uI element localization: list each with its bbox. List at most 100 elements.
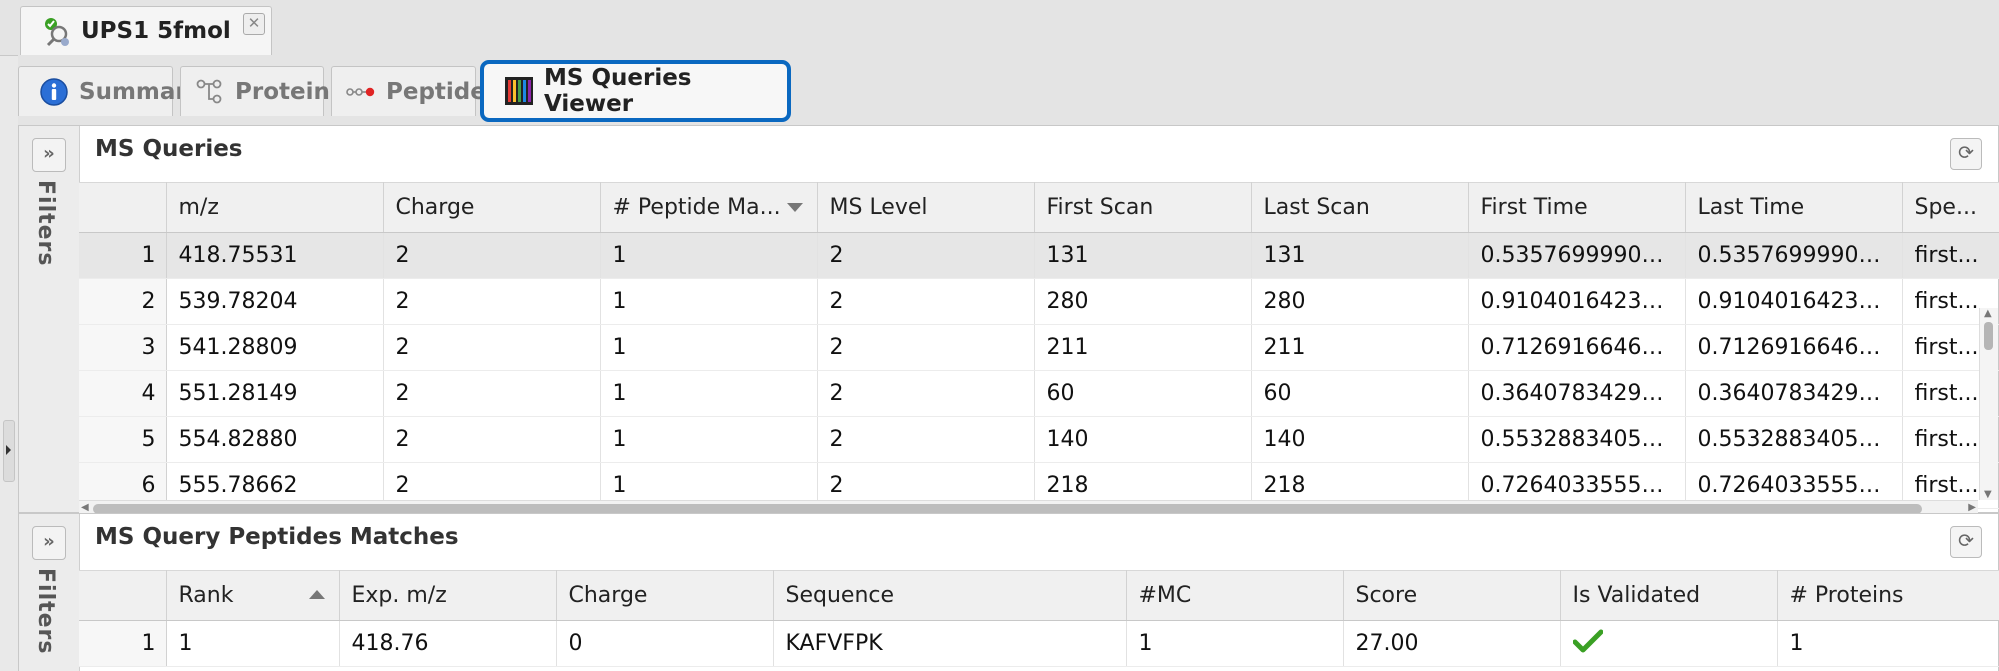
cell-ms-level: 2 xyxy=(817,324,1035,371)
cell-rank: 1 xyxy=(166,620,340,667)
cell-last-time: 0.553288340568... xyxy=(1685,416,1903,463)
cell-first-time: 0.553288340568... xyxy=(1468,416,1686,463)
ms-queries-panel: » Filters MS Queries ⟳ m/z Charge # Pept… xyxy=(18,125,1999,517)
cell-charge: 2 xyxy=(383,232,601,279)
cell-sequence: KAFVFPK xyxy=(773,620,1127,667)
column-header-first-time[interactable]: First Time xyxy=(1468,182,1686,233)
tab-ms-queries-viewer[interactable]: MS Queries Viewer xyxy=(480,60,791,122)
cell-first-scan: 131 xyxy=(1034,232,1252,279)
info-icon xyxy=(39,77,69,107)
cell-ms-level: 2 xyxy=(817,278,1035,325)
close-icon[interactable]: ✕ xyxy=(243,13,265,35)
expand-filters-button[interactable]: » xyxy=(32,138,66,172)
cell-rownum: 5 xyxy=(79,416,167,463)
filters-label: Filters xyxy=(33,568,58,655)
document-tab[interactable]: UPS1 5fmol ✕ xyxy=(20,6,272,55)
cell-rownum: 4 xyxy=(79,370,167,417)
cell-exp-mz: 418.76 xyxy=(339,620,557,667)
column-header-mc[interactable]: #MC xyxy=(1126,570,1344,621)
refresh-icon[interactable]: ⟳ xyxy=(1950,526,1982,558)
cell-peptide-matches: 1 xyxy=(600,278,818,325)
cell-charge: 2 xyxy=(383,324,601,371)
scroll-right-icon[interactable]: ▶ xyxy=(1968,502,1976,513)
cell-mz: 554.82880 xyxy=(166,416,384,463)
scroll-down-icon[interactable]: ▼ xyxy=(1984,489,1992,500)
cell-rownum: 3 xyxy=(79,324,167,371)
cell-charge: 0 xyxy=(556,620,774,667)
protein-tree-icon xyxy=(195,77,225,107)
view-tabbar: Summary Proteins Peptides MS Queries Vie… xyxy=(18,55,1999,125)
cell-proteins: 1 xyxy=(1777,620,1999,667)
column-header-is-validated[interactable]: Is Validated xyxy=(1560,570,1778,621)
cell-mc: 1 xyxy=(1126,620,1344,667)
filters-rail: » Filters xyxy=(19,514,80,671)
tab-peptides[interactable]: Peptides xyxy=(331,66,500,116)
collapse-side-panel-handle[interactable] xyxy=(3,420,15,482)
scroll-up-icon[interactable]: ▲ xyxy=(1984,308,1992,319)
column-header-exp-mz[interactable]: Exp. m/z xyxy=(339,570,557,621)
cell-last-scan: 140 xyxy=(1251,416,1469,463)
peptide-chain-icon xyxy=(346,77,376,107)
cell-last-scan: 211 xyxy=(1251,324,1469,371)
column-header-mz[interactable]: m/z xyxy=(166,182,384,233)
cell-last-scan: 60 xyxy=(1251,370,1469,417)
panel-title: MS Query Peptides Matches xyxy=(95,524,459,550)
column-header-label: Rank xyxy=(178,583,234,608)
cell-last-scan: 280 xyxy=(1251,278,1469,325)
cell-mz: 418.75531 xyxy=(166,232,384,279)
column-header-last-scan[interactable]: Last Scan xyxy=(1251,182,1469,233)
cell-charge: 2 xyxy=(383,278,601,325)
column-header-sequence[interactable]: Sequence xyxy=(773,570,1127,621)
vertical-scrollbar[interactable]: ▲ ▼ xyxy=(1979,308,1998,500)
cell-rownum: 1 xyxy=(79,620,167,667)
tab-label: Proteins xyxy=(235,78,344,105)
expand-filters-button[interactable]: » xyxy=(32,526,66,560)
cell-last-scan: 131 xyxy=(1251,232,1469,279)
document-tab-title: UPS1 5fmol xyxy=(81,18,231,44)
column-header-ms-level[interactable]: MS Level xyxy=(817,182,1035,233)
cell-first-time: 0.535769999027... xyxy=(1468,232,1686,279)
column-header-last-time[interactable]: Last Time xyxy=(1685,182,1903,233)
column-header-score[interactable]: Score xyxy=(1343,570,1561,621)
column-header-charge[interactable]: Charge xyxy=(383,182,601,233)
table-row[interactable]: 1 418.75531 2 1 2 131 131 0.535769999027... 0.53… xyxy=(79,232,1999,279)
cell-last-time: 0.535769999027... xyxy=(1685,232,1903,279)
table-row[interactable]: 2 539.78204 2 1 2 280 280 0.910401642322... 0.91… xyxy=(79,278,1999,325)
table-header-row: Rank Exp. m/z Charge Sequence #MC Score … xyxy=(79,570,1999,621)
panel-title: MS Queries xyxy=(95,136,243,162)
cell-peptide-matches: 1 xyxy=(600,370,818,417)
cell-first-scan: 60 xyxy=(1034,370,1252,417)
column-header-peptide-matches[interactable]: # Peptide Ma... xyxy=(600,182,818,233)
tab-summary[interactable]: Summary xyxy=(18,66,202,116)
column-header-proteins[interactable]: # Proteins xyxy=(1777,570,1999,621)
cell-peptide-matches: 1 xyxy=(600,324,818,371)
cell-rownum: 2 xyxy=(79,278,167,325)
column-header-charge[interactable]: Charge xyxy=(556,570,774,621)
scroll-left-icon[interactable]: ◀ xyxy=(81,502,89,513)
table-row[interactable]: 5 554.82880 2 1 2 140 140 0.553288340568... 0.55… xyxy=(79,416,1999,463)
peptide-matches-panel: » Filters MS Query Peptides Matches ⟳ Ra… xyxy=(18,513,1999,671)
table-row[interactable]: 3 541.28809 2 1 2 211 211 0.712691664695... 0.71… xyxy=(79,324,1999,371)
table-header-row: m/z Charge # Peptide Ma... MS Level Firs… xyxy=(79,182,1999,233)
cell-mz: 539.78204 xyxy=(166,278,384,325)
cell-spectrum: first... xyxy=(1902,232,1999,279)
column-header-rownum[interactable] xyxy=(79,570,167,621)
cell-first-time: 0.364078342914... xyxy=(1468,370,1686,417)
filters-rail: » Filters xyxy=(19,126,80,512)
column-header-spectrum[interactable]: Spe... xyxy=(1902,182,1999,233)
refresh-icon[interactable]: ⟳ xyxy=(1950,138,1982,170)
column-header-first-scan[interactable]: First Scan xyxy=(1034,182,1252,233)
tab-proteins[interactable]: Proteins xyxy=(180,66,344,116)
cell-first-time: 0.712691664695... xyxy=(1468,324,1686,371)
cell-first-scan: 211 xyxy=(1034,324,1252,371)
cell-rownum: 1 xyxy=(79,232,167,279)
table-row[interactable]: 1 1 418.76 0 KAFVFPK 1 27.00 1 xyxy=(79,620,1999,667)
scroll-thumb[interactable] xyxy=(1984,322,1993,350)
ms-spectrum-icon xyxy=(504,76,534,106)
validated-check-icon xyxy=(1572,629,1603,652)
column-header-rownum[interactable] xyxy=(79,182,167,233)
column-header-rank[interactable]: Rank xyxy=(166,570,340,621)
table-row[interactable]: 4 551.28149 2 1 2 60 60 0.364078342914... 0.3640… xyxy=(79,370,1999,417)
cell-last-time: 0.364078342914... xyxy=(1685,370,1903,417)
cell-last-time: 0.910401642322... xyxy=(1685,278,1903,325)
